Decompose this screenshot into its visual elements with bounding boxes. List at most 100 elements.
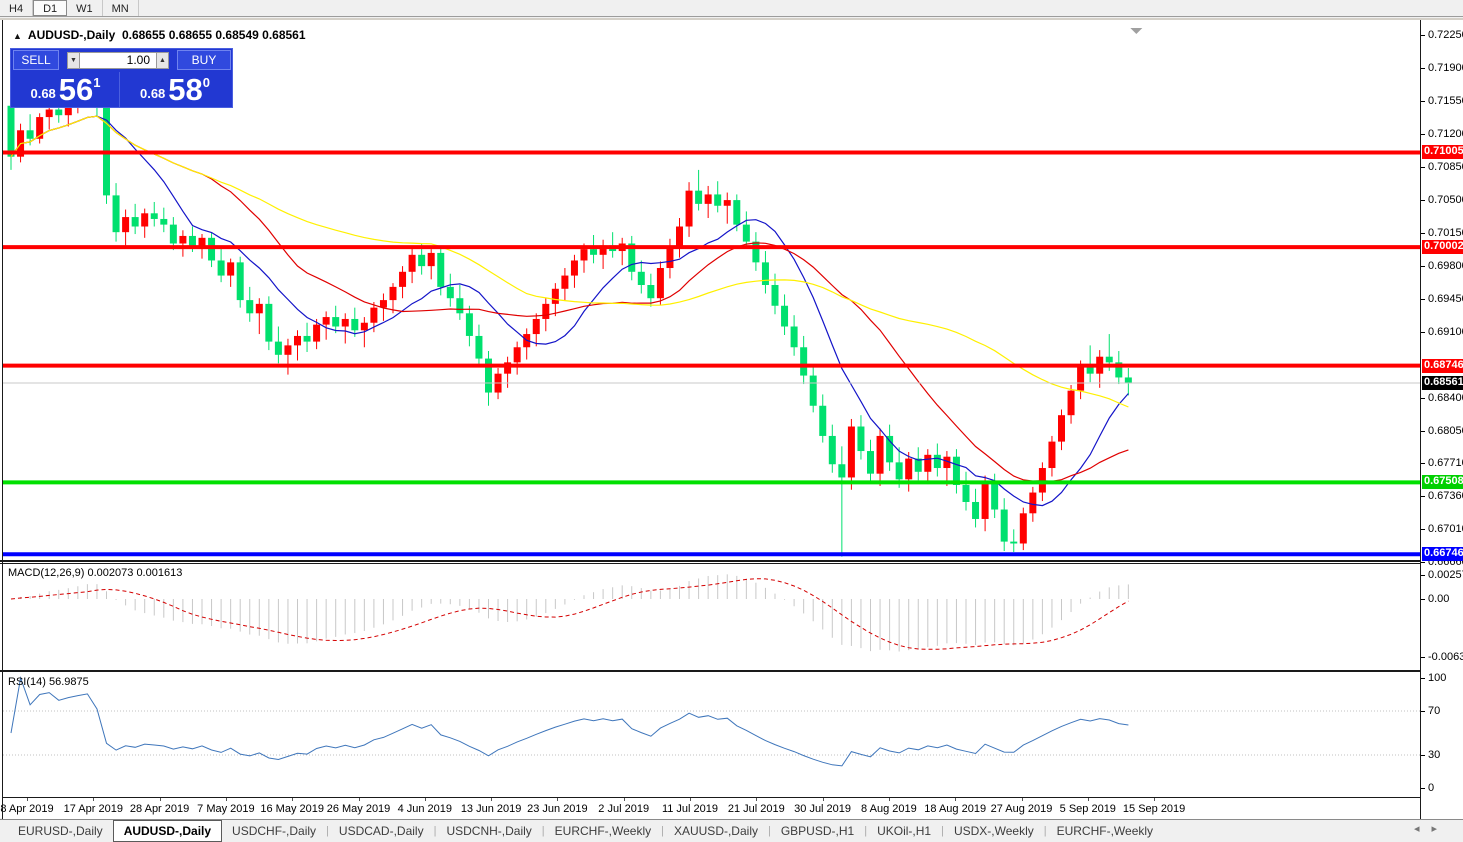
tab-scroll-right-icon[interactable]: ▸ xyxy=(1431,823,1449,835)
date-label[interactable]: 5 Sep 2019 xyxy=(1060,803,1116,815)
candle-body xyxy=(666,247,674,269)
price-axis[interactable]: 0.72250 0.71900 0.71550 0.71200 0.70850 0.705… xyxy=(1420,20,1463,820)
macd-signal-value: 0.001613 xyxy=(136,567,183,579)
date-label[interactable]: 23 Jun 2019 xyxy=(527,803,588,815)
price-tick xyxy=(1421,233,1425,235)
date-label[interactable]: 21 Jul 2019 xyxy=(728,803,785,815)
date-label[interactable]: 8 Apr 2019 xyxy=(0,803,53,815)
chart-tab-eurusddaily[interactable]: EURUSD-,Daily xyxy=(8,820,113,842)
candle-body xyxy=(819,405,827,436)
date-label[interactable]: 11 Jul 2019 xyxy=(662,803,718,815)
candle-body xyxy=(991,481,999,510)
candle-body xyxy=(26,130,34,139)
candle-body xyxy=(590,249,598,255)
candle-body xyxy=(322,317,330,325)
macd-tick xyxy=(1421,599,1425,600)
candle-body xyxy=(55,109,63,116)
price-tick xyxy=(1421,299,1425,301)
candle-body xyxy=(475,335,483,359)
macd-signal-line xyxy=(10,578,1129,650)
date-axis[interactable]: 8 Apr 2019 17 Apr 2019 28 Apr 2019 7 May 20… xyxy=(0,797,1420,820)
candle-body xyxy=(781,305,789,327)
date-label[interactable]: 16 May 2019 xyxy=(260,803,324,815)
candle-body xyxy=(341,318,349,327)
price-tick xyxy=(1421,398,1425,400)
date-tick xyxy=(888,798,890,801)
chart-tab-usdcnhdaily[interactable]: USDCNH-,Daily xyxy=(436,820,541,842)
price-tick-label: 0.68400 xyxy=(1428,392,1463,405)
date-label[interactable]: 27 Aug 2019 xyxy=(991,803,1053,815)
date-label[interactable]: 17 Apr 2019 xyxy=(64,803,123,815)
chart-tab-eurchfweekly[interactable]: EURCHF-,Weekly xyxy=(545,820,661,842)
chart-tab-gbpusdh1[interactable]: GBPUSD-,H1 xyxy=(771,820,864,842)
chart-tab-usdchfdaily[interactable]: USDCHF-,Daily xyxy=(222,820,326,842)
candle-body xyxy=(656,268,664,299)
candle-body xyxy=(933,454,941,469)
candle-body xyxy=(1067,390,1075,416)
buy-price-pip: 0 xyxy=(202,75,211,90)
date-tick xyxy=(1021,798,1023,801)
buy-price-display[interactable]: 0.68 58 0 xyxy=(121,72,229,107)
date-label[interactable]: 4 Jun 2019 xyxy=(398,803,452,815)
price-tick xyxy=(1421,529,1425,531)
buy-price-prefix: 0.68 xyxy=(139,86,166,101)
candle-body xyxy=(695,190,703,204)
ohlc-close: 0.68561 xyxy=(262,28,306,42)
chart-tab-usdxweekly[interactable]: USDX-,Weekly xyxy=(944,820,1044,842)
date-label[interactable]: 30 Jul 2019 xyxy=(794,803,851,815)
price-tick xyxy=(1421,431,1425,433)
candle-body xyxy=(274,341,282,355)
sell-price-display[interactable]: 0.68 56 1 xyxy=(12,72,120,107)
chart-left-border xyxy=(2,20,3,820)
rsi-pane[interactable]: RSI(14) 56.9875 xyxy=(3,673,1420,797)
date-label[interactable]: 8 Aug 2019 xyxy=(861,803,917,815)
sell-button[interactable]: SELL xyxy=(13,50,59,70)
candle-body xyxy=(723,200,731,206)
sell-price-big: 56 xyxy=(58,72,94,107)
volume-decrease-button[interactable]: ▼ xyxy=(67,51,80,69)
chart-tab-usdcaddaily[interactable]: USDCAD-,Daily xyxy=(329,820,434,842)
scroll-to-end-marker[interactable] xyxy=(1130,28,1143,34)
chart-tab-audusddaily[interactable]: AUDUSD-,Daily xyxy=(112,820,223,842)
price-tag-0.70002: 0.70002 xyxy=(1422,240,1463,255)
chart-tab-xauusddaily[interactable]: XAUUSD-,Daily xyxy=(664,820,768,842)
date-label[interactable]: 26 May 2019 xyxy=(327,803,391,815)
candle-body xyxy=(790,326,798,348)
tab-scroll-left-icon[interactable]: ◂ xyxy=(1414,823,1432,835)
candle-body xyxy=(255,303,263,314)
collapse-chart-icon[interactable]: ▲ xyxy=(13,31,22,41)
macd-pane[interactable]: MACD(12,26,9) 0.002073 0.001613 xyxy=(3,564,1420,670)
price-tick xyxy=(1421,266,1425,268)
buy-button[interactable]: BUY xyxy=(177,50,231,70)
chart-symbol-label: AUDUSD-,Daily xyxy=(27,28,116,42)
volume-increase-button[interactable]: ▲ xyxy=(156,51,169,69)
candle-body xyxy=(7,105,15,157)
candle-body xyxy=(389,286,397,301)
volume-input[interactable]: 1.00 xyxy=(80,51,156,69)
timeframe-button-w1[interactable]: W1 xyxy=(67,0,103,16)
date-tick xyxy=(292,798,294,801)
price-tick xyxy=(1421,134,1425,136)
candle-body xyxy=(676,226,683,248)
sell-price-pip: 1 xyxy=(93,75,101,90)
candle-body xyxy=(532,318,540,335)
date-label[interactable]: 28 Apr 2019 xyxy=(130,803,189,815)
price-tick-label: 0.70850 xyxy=(1428,161,1463,174)
chart-tab-eurchfweekly[interactable]: EURCHF-,Weekly xyxy=(1047,820,1163,842)
chart-tab-ukoilh1[interactable]: UKOil-,H1 xyxy=(867,820,941,842)
timeframe-button-d1[interactable]: D1 xyxy=(33,0,68,16)
date-label[interactable]: 7 May 2019 xyxy=(197,803,254,815)
date-label[interactable]: 13 Jun 2019 xyxy=(461,803,522,815)
price-tick-label: 0.67010 xyxy=(1428,523,1463,536)
timeframe-button-h4[interactable]: H4 xyxy=(0,0,34,16)
tab-scroll-arrows[interactable]: ◂▸ xyxy=(1414,822,1449,835)
timeframe-button-mn[interactable]: MN xyxy=(103,0,139,16)
moving-average-line xyxy=(10,115,1129,483)
date-label[interactable]: 2 Jul 2019 xyxy=(598,803,649,815)
ohlc-low: 0.68549 xyxy=(215,28,259,42)
date-label[interactable]: 15 Sep 2019 xyxy=(1123,803,1185,815)
date-tick xyxy=(491,798,493,801)
price-chart-pane[interactable]: ▲ AUDUSD-,Daily 0.68655 0.68655 0.68549 0… xyxy=(3,22,1420,560)
date-tick xyxy=(93,798,95,801)
date-label[interactable]: 18 Aug 2019 xyxy=(924,803,986,815)
